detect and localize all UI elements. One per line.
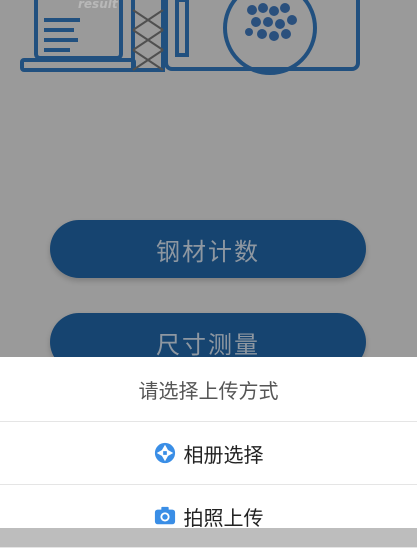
aperture-icon: [154, 442, 175, 464]
upload-method-sheet: 请选择上传方式 相册选择 拍照上传: [0, 357, 417, 548]
camera-upload-label: 拍照上传: [183, 505, 264, 530]
camera-icon: [154, 506, 175, 525]
album-select-option[interactable]: 相册选择: [0, 422, 417, 485]
sheet-title: 请选择上传方式: [0, 357, 417, 422]
album-select-label: 相册选择: [183, 442, 264, 467]
camera-upload-option[interactable]: 拍照上传: [0, 485, 417, 548]
